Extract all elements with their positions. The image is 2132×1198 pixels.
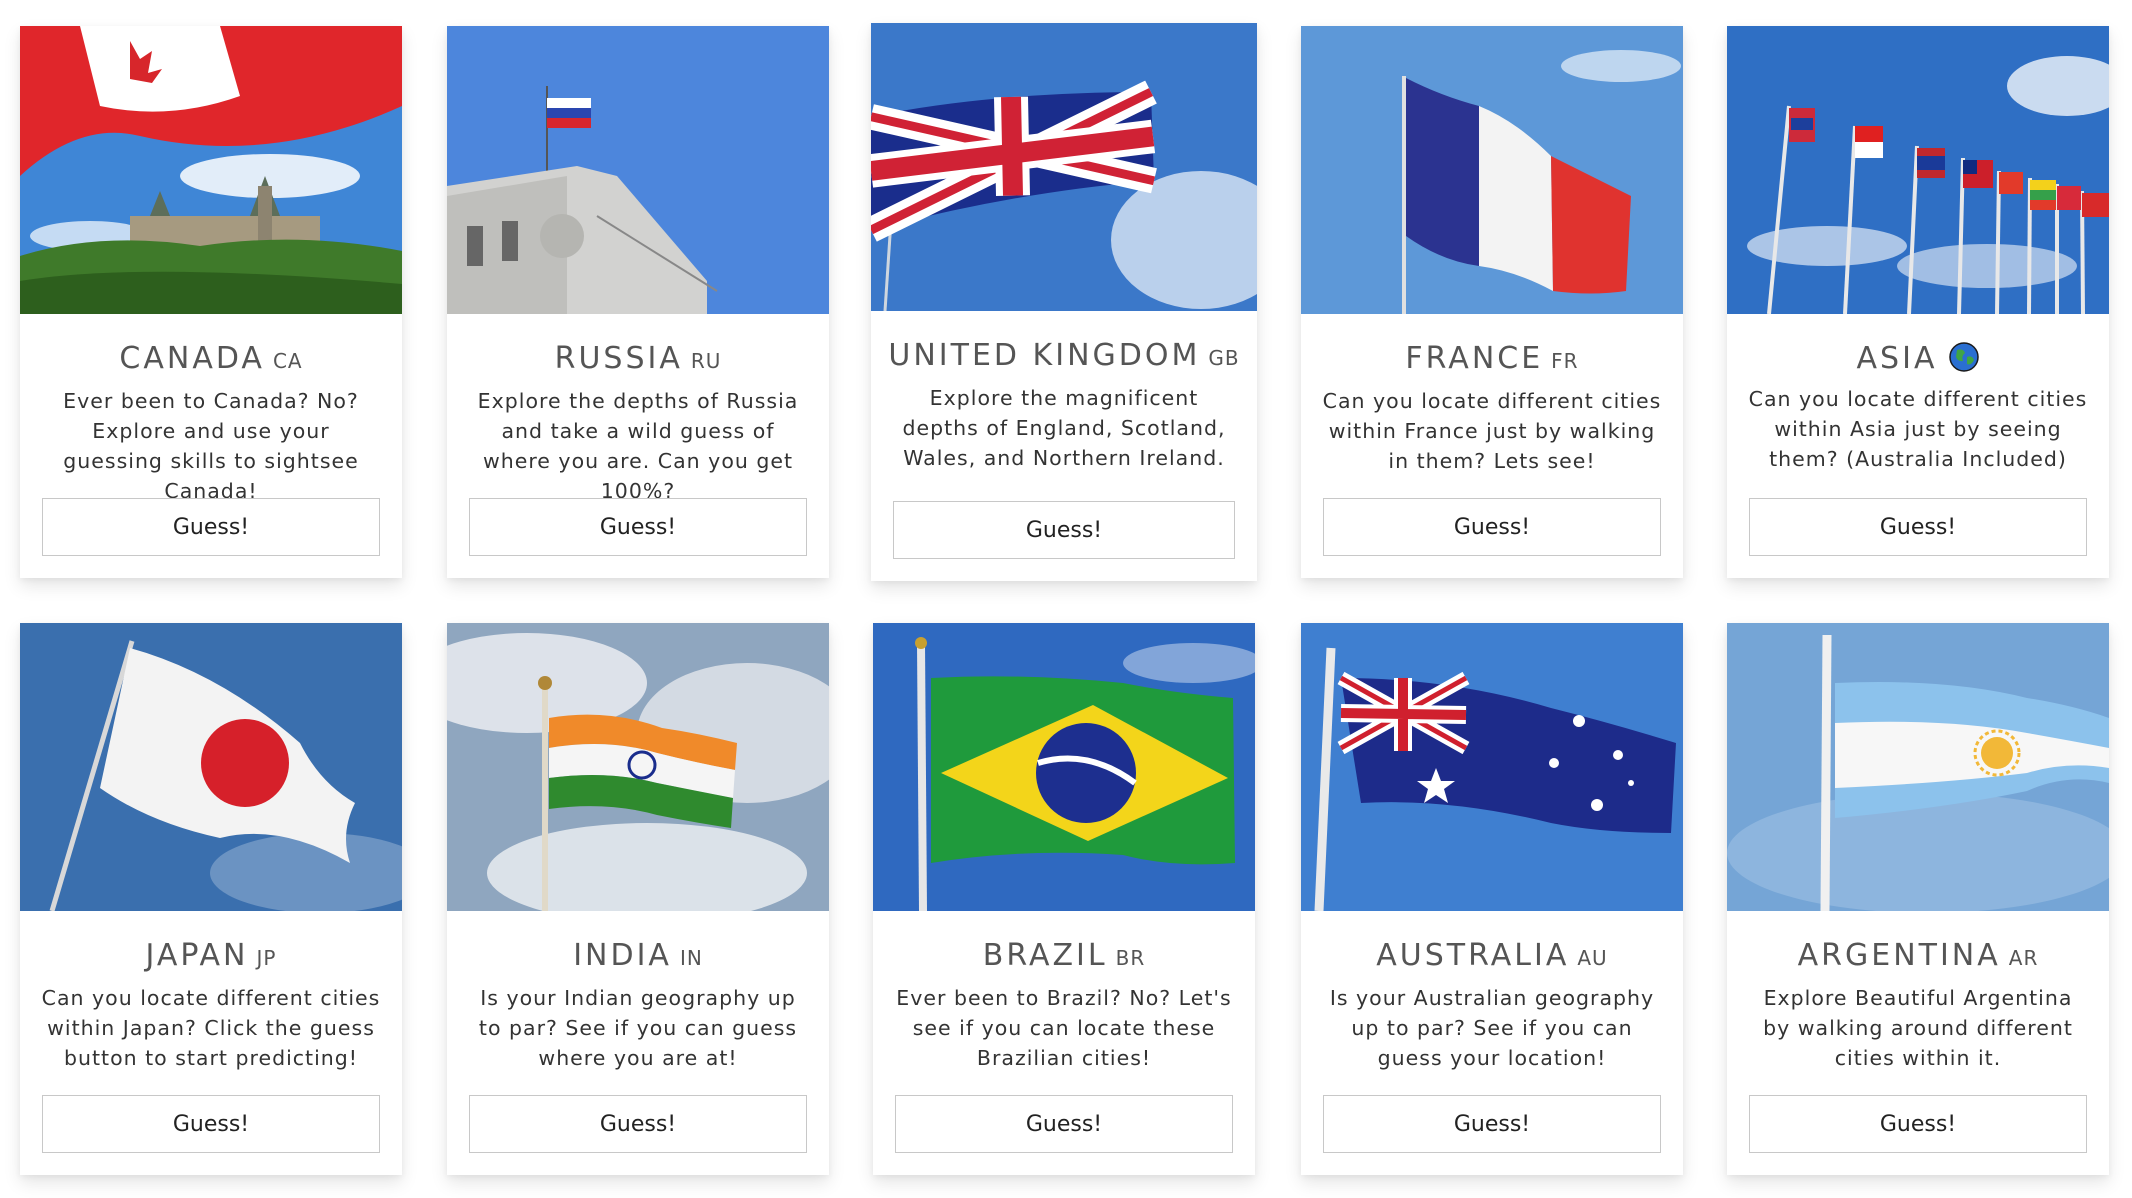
country-name: BRAZIL: [982, 938, 1108, 973]
guess-button-united-kingdom[interactable]: Guess!: [893, 501, 1235, 559]
country-name: JAPAN: [145, 938, 249, 973]
card-title: UNITED KINGDOM GB: [871, 339, 1257, 375]
country-code: AR: [2008, 946, 2039, 970]
france-photo: [1301, 26, 1683, 314]
card-canada: CANADA CA Ever been to Canada? No? Explor…: [20, 26, 402, 578]
country-card-grid: CANADA CA Ever been to Canada? No? Explor…: [0, 0, 2132, 1198]
country-code: CA: [272, 349, 303, 373]
card-description: Is your Indian geography up to par? See …: [478, 986, 798, 1070]
guess-button-russia[interactable]: Guess!: [469, 498, 807, 556]
country-name: ASIA: [1856, 341, 1938, 376]
australia-photo: [1301, 623, 1683, 911]
country-name: RUSSIA: [554, 341, 683, 376]
country-name: CANADA: [119, 341, 265, 376]
country-name: UNITED KINGDOM: [888, 338, 1201, 373]
card-title: FRANCE FR: [1301, 342, 1683, 378]
argentina-photo: [1727, 623, 2109, 911]
country-code: BR: [1115, 946, 1146, 970]
card-title: BRAZIL BR: [873, 939, 1255, 975]
card-description: Explore the depths of Russia and take a …: [477, 389, 799, 503]
guess-button-argentina[interactable]: Guess!: [1749, 1095, 2087, 1153]
canada-photo: [20, 26, 402, 314]
card-title: RUSSIA RU: [447, 342, 829, 378]
guess-button-japan[interactable]: Guess!: [42, 1095, 380, 1153]
guess-button-brazil[interactable]: Guess!: [895, 1095, 1233, 1153]
country-code: FR: [1551, 349, 1579, 373]
card-united-kingdom: UNITED KINGDOM GB Explore the magnificent…: [871, 23, 1257, 581]
card-russia: RUSSIA RU Explore the depths of Russia an…: [447, 26, 829, 578]
country-name: INDIA: [573, 938, 672, 973]
united-kingdom-photo: [871, 23, 1257, 311]
card-description: Can you locate different cities within J…: [41, 986, 381, 1070]
card-title: JAPAN JP: [20, 939, 402, 975]
guess-button-canada[interactable]: Guess!: [42, 498, 380, 556]
card-india: INDIA IN Is your Indian geography up to p…: [447, 623, 829, 1175]
guess-button-india[interactable]: Guess!: [469, 1095, 807, 1153]
country-code: GB: [1208, 346, 1240, 370]
country-code: RU: [690, 349, 722, 373]
country-code: AU: [1577, 946, 1608, 970]
card-description: Is your Australian geography up to par? …: [1329, 986, 1655, 1070]
russia-photo: [447, 26, 829, 314]
card-description: Can you locate different cities within A…: [1748, 387, 2088, 471]
asia-photo: [1727, 26, 2109, 314]
india-photo: [447, 623, 829, 911]
card-argentina: ARGENTINA AR Explore Beautiful Argentina …: [1727, 623, 2109, 1175]
guess-button-france[interactable]: Guess!: [1323, 498, 1661, 556]
card-asia: ASIA Can you locate different cities wit…: [1727, 26, 2109, 578]
card-description: Ever been to Brazil? No? Let's see if yo…: [896, 986, 1232, 1070]
card-france: FRANCE FR Can you locate different cities…: [1301, 26, 1683, 578]
card-description: Can you locate different cities within F…: [1322, 389, 1662, 473]
country-name: FRANCE: [1405, 341, 1544, 376]
country-name: AUSTRALIA: [1376, 938, 1570, 973]
guess-button-asia[interactable]: Guess!: [1749, 498, 2087, 556]
country-code: JP: [256, 946, 277, 970]
card-australia: AUSTRALIA AU Is your Australian geography…: [1301, 623, 1683, 1175]
country-name: ARGENTINA: [1797, 938, 2001, 973]
card-description: Ever been to Canada? No? Explore and use…: [63, 389, 359, 503]
brazil-photo: [873, 623, 1255, 911]
card-description: Explore the magnificent depths of Englan…: [902, 386, 1226, 470]
card-brazil: BRAZIL BR Ever been to Brazil? No? Let's …: [873, 623, 1255, 1175]
country-code: IN: [679, 946, 703, 970]
card-description: Explore Beautiful Argentina by walking a…: [1763, 986, 2073, 1070]
card-title: AUSTRALIA AU: [1301, 939, 1683, 975]
card-title: ASIA: [1727, 342, 2109, 376]
card-title: INDIA IN: [447, 939, 829, 975]
card-title: ARGENTINA AR: [1727, 939, 2109, 975]
globe-icon: [1949, 342, 1980, 372]
card-title: CANADA CA: [20, 342, 402, 378]
japan-photo: [20, 623, 402, 911]
guess-button-australia[interactable]: Guess!: [1323, 1095, 1661, 1153]
card-japan: JAPAN JP Can you locate different cities …: [20, 623, 402, 1175]
